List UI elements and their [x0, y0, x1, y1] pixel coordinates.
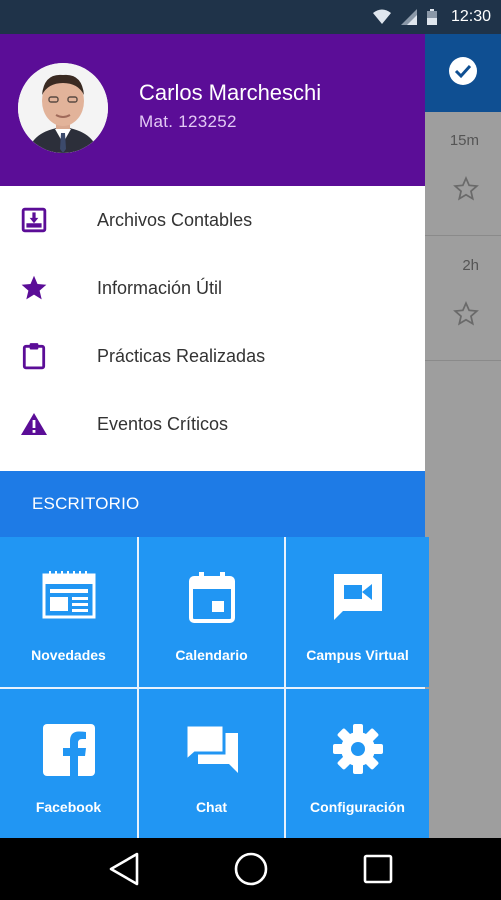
section-label: ESCRITORIO [32, 494, 140, 513]
signal-icon [400, 9, 417, 25]
tile-label: Novedades [31, 647, 106, 663]
clipboard-icon [20, 342, 48, 370]
avatar[interactable] [18, 63, 108, 153]
menu-item-archivos-contables[interactable]: Archivos Contables [0, 186, 425, 254]
tile-label: Chat [195, 799, 228, 815]
warning-icon [20, 410, 48, 438]
status-bar: 12:30 [0, 0, 501, 34]
archive-icon [20, 206, 48, 234]
user-name: Carlos Marcheschi [139, 80, 322, 105]
navigation-bar [0, 838, 501, 900]
star-outline-icon[interactable] [453, 176, 479, 206]
navigation-drawer: Carlos Marcheschi Mat. 123252 Archivos C… [0, 34, 429, 840]
drawer-header: Carlos Marcheschi Mat. 123252 [0, 34, 425, 186]
menu-item-practicas-realizadas[interactable]: Prácticas Realizadas [0, 322, 425, 390]
video-chat-icon [286, 571, 429, 623]
user-registration: Mat. 123252 [139, 112, 237, 131]
background-item-time: 15m [449, 132, 479, 149]
background-toolbar [425, 34, 501, 112]
menu-item-label: Prácticas Realizadas [97, 345, 266, 366]
gear-icon [286, 723, 429, 775]
wifi-icon [372, 9, 391, 25]
tile-facebook[interactable]: Facebook [0, 689, 137, 840]
tile-label: Configuración [310, 799, 405, 815]
chat-icon [139, 723, 284, 775]
tile-campus-virtual[interactable]: Campus Virtual [286, 537, 429, 687]
background-list-item[interactable]: 2h [425, 237, 501, 361]
drawer-menu: Archivos Contables Información Útil Prác… [0, 186, 425, 458]
home-icon[interactable] [231, 849, 271, 889]
tile-chat[interactable]: Chat [139, 689, 284, 840]
star-icon [20, 274, 48, 302]
tile-label: Calendario [175, 647, 248, 663]
tile-label: Campus Virtual [306, 647, 409, 663]
menu-item-label: Información Útil [97, 277, 223, 298]
status-icons: 12:30 [372, 0, 491, 34]
tile-novedades[interactable]: Novedades [0, 537, 137, 687]
tile-configuracion[interactable]: Configuración [286, 689, 429, 840]
section-header-escritorio: ESCRITORIO [0, 471, 425, 537]
background-list-item[interactable]: 15m [425, 112, 501, 236]
tile-calendario[interactable]: Calendario [139, 537, 284, 687]
star-outline-icon[interactable] [453, 301, 479, 331]
news-icon [0, 571, 137, 619]
menu-item-label: Archivos Contables [97, 209, 253, 230]
status-time: 12:30 [450, 8, 491, 25]
calendar-icon [139, 571, 284, 623]
menu-item-label: Eventos Críticos [97, 413, 229, 434]
tile-label: Facebook [35, 799, 102, 815]
back-icon[interactable] [104, 849, 144, 889]
desktop-grid: Novedades Calendario Campus Virtual Face… [0, 537, 429, 840]
recent-apps-icon[interactable] [358, 849, 398, 889]
facebook-icon [0, 723, 137, 777]
battery-icon [426, 9, 437, 25]
menu-item-eventos-criticos[interactable]: Eventos Críticos [0, 390, 425, 458]
menu-item-informacion-util[interactable]: Información Útil [0, 254, 425, 322]
background-item-time: 2h [462, 257, 479, 274]
check-circle-icon[interactable] [448, 56, 478, 90]
background-app: 15m 2h [425, 34, 501, 838]
